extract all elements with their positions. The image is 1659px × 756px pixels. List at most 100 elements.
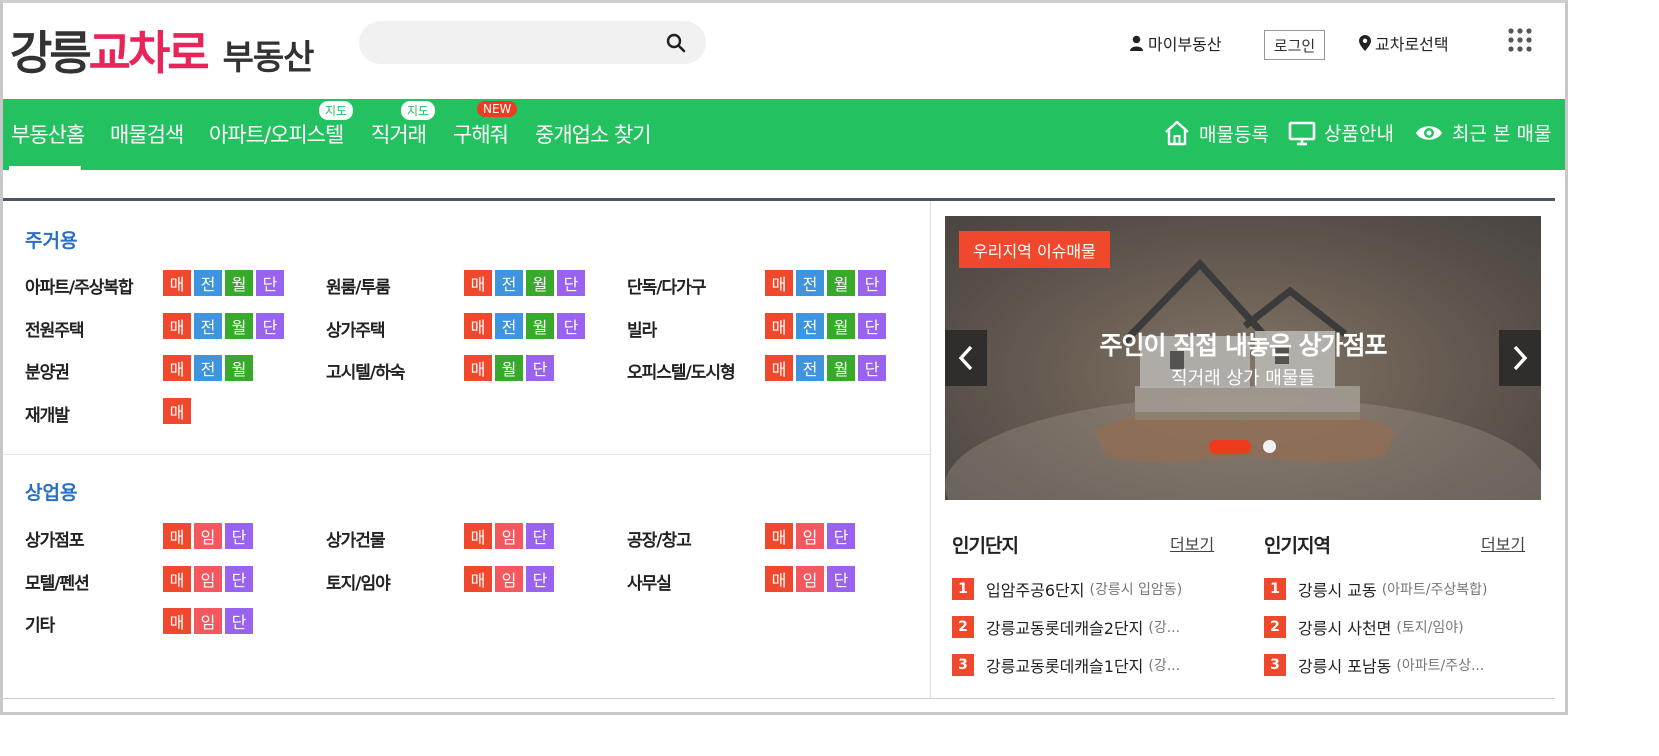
category-label[interactable]: 분양권 <box>25 358 70 383</box>
nav-recently-viewed[interactable]: 최근 본 매물 <box>1414 119 1551 146</box>
category-label[interactable]: 모텔/펜션 <box>25 569 90 594</box>
nav-find-agency[interactable]: 중개업소 찾기 <box>535 119 652 149</box>
tag-danki[interactable]: 단 <box>256 270 284 296</box>
tag-sale[interactable]: 매 <box>163 523 191 549</box>
list-item[interactable]: 2 강릉교동롯데캐슬2단지 (강... <box>952 615 1180 639</box>
category-label[interactable]: 전원주택 <box>25 316 85 341</box>
tag-danki[interactable]: 단 <box>858 270 886 296</box>
category-label[interactable]: 공장/창고 <box>627 526 692 551</box>
nav-apartment-officetel[interactable]: 지도 아파트/오피스텔 <box>209 101 354 149</box>
tag-jeonse[interactable]: 전 <box>194 312 222 339</box>
tag-danki[interactable]: 단 <box>526 565 554 592</box>
tag-wolse[interactable]: 월 <box>827 312 855 339</box>
tag-danki[interactable]: 단 <box>827 523 855 549</box>
tag-jeonse[interactable]: 전 <box>495 312 523 339</box>
tag-danki[interactable]: 단 <box>557 312 585 339</box>
tag-jeonse[interactable]: 전 <box>194 355 222 381</box>
category-label[interactable]: 아파트/주상복합 <box>25 273 134 298</box>
slide-indicator[interactable] <box>1263 440 1276 453</box>
nav-direct-deal[interactable]: 지도 직거래 <box>371 101 436 149</box>
banner-next-button[interactable] <box>1499 330 1541 386</box>
tag-jeonse[interactable]: 전 <box>796 355 824 381</box>
tag-danki[interactable]: 단 <box>225 565 253 592</box>
category-label[interactable]: 기타 <box>25 611 55 636</box>
tag-wolse[interactable]: 월 <box>827 355 855 381</box>
tag-wolse[interactable]: 월 <box>495 355 523 381</box>
tag-danki[interactable]: 단 <box>557 270 585 296</box>
category-label[interactable]: 상가점포 <box>25 526 85 551</box>
category-label[interactable]: 토지/임야 <box>326 569 391 594</box>
category-label[interactable]: 원룸/투룸 <box>326 273 391 298</box>
site-logo[interactable]: 강릉 교차로 부동산 <box>10 17 314 80</box>
tag-sale[interactable]: 매 <box>464 565 492 592</box>
tag-sale[interactable]: 매 <box>163 312 191 339</box>
tag-danki[interactable]: 단 <box>225 523 253 549</box>
tag-sale[interactable]: 매 <box>765 355 793 381</box>
nav-register-listing[interactable]: 매물등록 <box>1163 119 1269 147</box>
tag-imdae[interactable]: 임 <box>495 523 523 549</box>
category-label[interactable]: 단독/다가구 <box>627 273 706 298</box>
tag-imdae[interactable]: 임 <box>495 565 523 592</box>
search-input[interactable] <box>359 21 706 64</box>
tag-sale[interactable]: 매 <box>464 355 492 381</box>
category-label[interactable]: 상가건물 <box>326 526 386 551</box>
category-label[interactable]: 상가주택 <box>326 316 386 341</box>
login-button[interactable]: 로그인 <box>1264 30 1325 60</box>
tag-danki[interactable]: 단 <box>858 355 886 381</box>
tag-jeonse[interactable]: 전 <box>495 270 523 296</box>
tag-sale[interactable]: 매 <box>765 523 793 549</box>
my-realestate-link[interactable]: 마이부동산 <box>1129 31 1222 55</box>
category-label[interactable]: 재개발 <box>25 401 70 426</box>
tag-wolse[interactable]: 월 <box>225 355 253 381</box>
all-menu-grid-icon[interactable] <box>1507 27 1533 57</box>
category-label[interactable]: 오피스텔/도시형 <box>627 358 736 383</box>
region-select-link[interactable]: 교차로선택 <box>1359 31 1449 55</box>
tag-sale[interactable]: 매 <box>163 608 191 634</box>
search-field[interactable] <box>377 29 657 56</box>
tag-jeonse[interactable]: 전 <box>796 312 824 339</box>
popular-complex-more-link[interactable]: 더보기 <box>1170 531 1214 555</box>
tag-jeonse[interactable]: 전 <box>194 270 222 296</box>
tag-imdae[interactable]: 임 <box>796 523 824 549</box>
tag-imdae[interactable]: 임 <box>796 565 824 592</box>
tag-wolse[interactable]: 월 <box>225 270 253 296</box>
list-item[interactable]: 1 입암주공6단지 (강릉시 입암동) <box>952 577 1182 601</box>
category-label[interactable]: 고시텔/하숙 <box>326 358 405 383</box>
tag-sale[interactable]: 매 <box>765 565 793 592</box>
tag-wolse[interactable]: 월 <box>526 312 554 339</box>
tag-wolse[interactable]: 월 <box>526 270 554 296</box>
tag-imdae[interactable]: 임 <box>194 565 222 592</box>
tag-sale[interactable]: 매 <box>163 355 191 381</box>
tag-wolse[interactable]: 월 <box>225 312 253 339</box>
nav-listing-search[interactable]: 매물검색 <box>110 119 184 149</box>
tag-sale[interactable]: 매 <box>163 270 191 296</box>
list-item[interactable]: 1 강릉시 교동 (아파트/주상복합) <box>1264 577 1488 601</box>
category-label[interactable]: 빌라 <box>627 316 657 341</box>
tag-sale[interactable]: 매 <box>765 312 793 339</box>
tag-danki[interactable]: 단 <box>256 312 284 339</box>
banner-prev-button[interactable] <box>945 330 987 386</box>
tag-sale[interactable]: 매 <box>464 523 492 549</box>
nav-home[interactable]: 부동산홈 <box>11 119 85 149</box>
list-item[interactable]: 3 강릉시 포남동 (아파트/주상... <box>1264 653 1484 677</box>
tag-sale[interactable]: 매 <box>163 397 191 424</box>
nav-find-for-me[interactable]: NEW 구해줘 <box>453 101 518 149</box>
list-item[interactable]: 2 강릉시 사천면 (토지/임야) <box>1264 615 1464 639</box>
tag-sale[interactable]: 매 <box>464 270 492 296</box>
tag-wolse[interactable]: 월 <box>827 270 855 296</box>
tag-danki[interactable]: 단 <box>526 355 554 381</box>
list-item[interactable]: 3 강릉교동롯데캐슬1단지 (강... <box>952 653 1180 677</box>
tag-jeonse[interactable]: 전 <box>796 270 824 296</box>
tag-danki[interactable]: 단 <box>526 523 554 549</box>
search-icon[interactable] <box>666 33 686 53</box>
category-label[interactable]: 사무실 <box>627 569 672 594</box>
tag-sale[interactable]: 매 <box>765 270 793 296</box>
slide-indicator-active[interactable] <box>1209 440 1251 454</box>
popular-region-more-link[interactable]: 더보기 <box>1481 531 1525 555</box>
tag-sale[interactable]: 매 <box>163 565 191 592</box>
tag-danki[interactable]: 단 <box>225 608 253 634</box>
tag-sale[interactable]: 매 <box>464 312 492 339</box>
tag-imdae[interactable]: 임 <box>194 608 222 634</box>
tag-danki[interactable]: 단 <box>827 565 855 592</box>
issue-listing-banner[interactable]: 우리지역 이슈매물 주인이 직접 내놓은 상가점포 직거래 상가 매물들 <box>945 216 1541 500</box>
